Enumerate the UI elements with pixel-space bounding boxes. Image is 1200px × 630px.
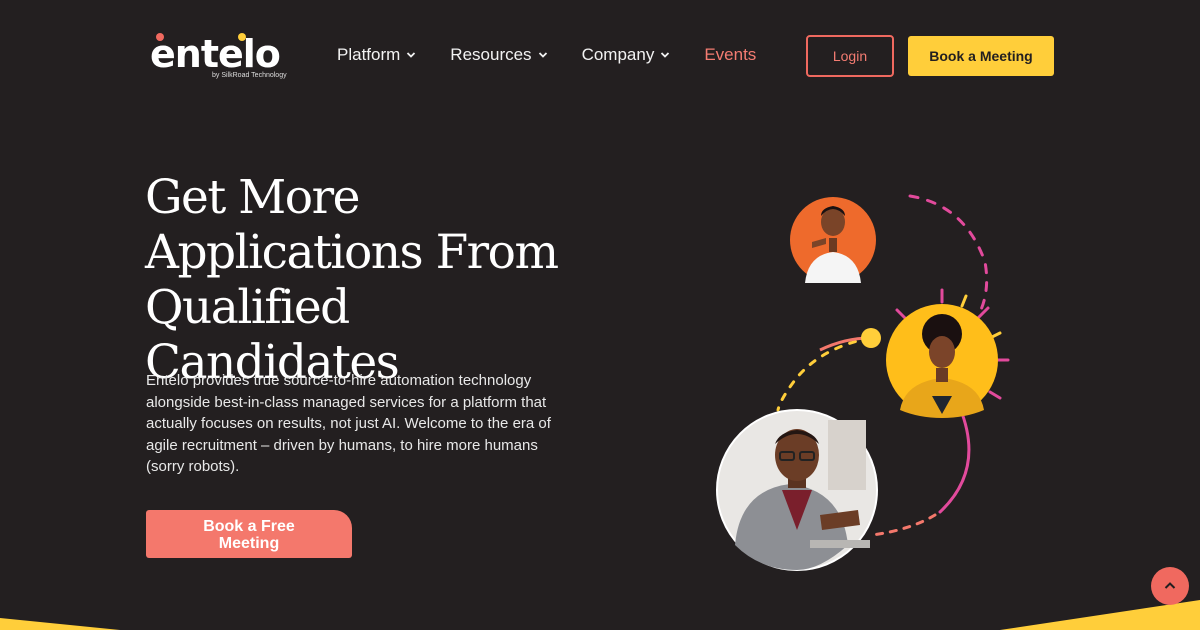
chevron-down-icon — [661, 52, 670, 58]
logo-tagline: by SilkRoad Technology — [212, 72, 287, 79]
nav-events[interactable]: Events — [704, 45, 756, 65]
nav-events-label: Events — [704, 45, 757, 64]
nav-company[interactable]: Company — [582, 45, 671, 65]
hero-description: Entelo provides true source-to-hire auto… — [146, 372, 551, 475]
arc-right-lower — [938, 406, 971, 514]
login-button[interactable]: Login — [806, 35, 894, 77]
nav-company-label: Company — [581, 45, 655, 64]
book-meeting-button[interactable]: Book a Meeting — [908, 36, 1054, 76]
nav-resources-label: Resources — [450, 45, 532, 64]
bottom-left-yellow-wedge — [0, 618, 120, 630]
chevron-down-icon — [538, 52, 547, 58]
scroll-to-top-button[interactable] — [1151, 567, 1189, 605]
nav-platform[interactable]: Platform — [337, 45, 416, 65]
yellow-dot — [861, 328, 881, 348]
nav-resources[interactable]: Resources — [450, 45, 547, 65]
logo-wordmark: entelo — [150, 32, 281, 76]
book-free-meeting-button[interactable]: Book a Free Meeting — [146, 510, 352, 558]
chevron-down-icon — [407, 52, 416, 58]
dashed-arc-top — [908, 194, 989, 314]
entelo-logo[interactable]: entelo by SilkRoad Technology — [150, 32, 290, 82]
nav-platform-label: Platform — [337, 45, 401, 64]
logo-accent-dot-coral — [156, 33, 164, 41]
main-nav: Platform Resources Company Events — [337, 45, 756, 65]
chevron-up-icon — [1164, 582, 1176, 589]
dashed-arc-bottom — [870, 513, 937, 537]
hero-title: Get More Applications From Qualified Can… — [145, 170, 559, 390]
logo-accent-dot-yellow — [238, 33, 246, 41]
